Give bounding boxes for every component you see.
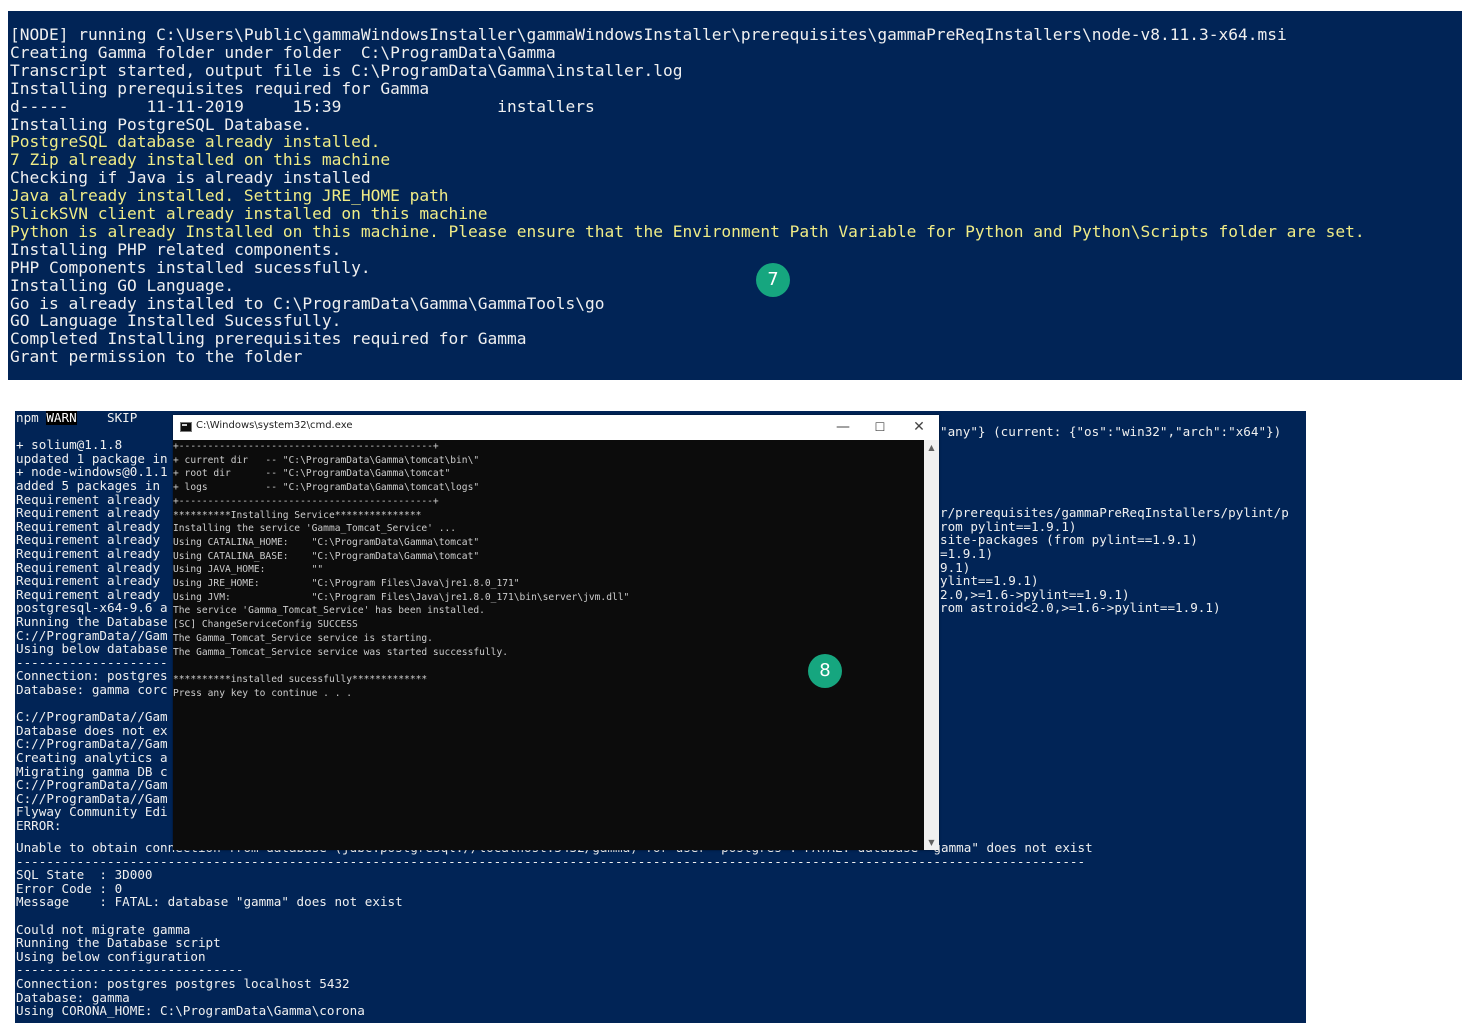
scroll-down-arrow-icon[interactable]: ▼: [924, 835, 939, 850]
console-line: "any"} (current: {"os":"win32","arch":"x…: [940, 423, 1282, 439]
console-line: ERROR:: [16, 818, 62, 833]
cmd-line: The Gamma_Tomcat_Service service was sta…: [173, 646, 509, 658]
console-line: rom astroid<2.0,>=1.6->pylint==1.9.1): [940, 600, 1221, 616]
scroll-up-arrow-icon[interactable]: ▲: [924, 440, 939, 455]
cmd-line: Using JAVA_HOME: "": [173, 564, 324, 576]
console-line: Creating Gamma folder under folder C:\Pr…: [10, 42, 556, 62]
console-line: [NODE] running C:\Users\Public\gammaWind…: [10, 26, 1287, 44]
console-line-text: 7 Zip already installed on this machine: [10, 150, 391, 170]
console-line: PostgreSQL database already installed.: [10, 133, 380, 151]
console-line: Transcript started, output file is C:\Pr…: [10, 60, 683, 80]
console-line: 7 Zip already installed on this machine: [10, 151, 390, 169]
console-line: PHP Components installed sucessfully.: [10, 257, 371, 277]
cmd-line: + root dir -- "C:\ProgramData\Gamma\tomc…: [173, 468, 451, 480]
console-line: Connection: postgres postgres localhost …: [16, 976, 350, 991]
console-line-text: SlickSVN client already installed on thi…: [10, 204, 488, 223]
console-line-text: GO Language Installed Sucessfully.: [10, 311, 342, 331]
console-line: Completed Installing prerequisites requi…: [10, 330, 527, 348]
console-line-text: Python is already Installed on this mach…: [10, 221, 1365, 241]
npm-label: npm: [16, 411, 39, 425]
cmd-line: + logs -- "C:\ProgramData\Gamma\tomcat\l…: [173, 482, 480, 494]
console-line: Installing PostgreSQL Database.: [10, 114, 313, 134]
top-console-window: [NODE] running C:\Users\Public\gammaWind…: [8, 11, 1462, 380]
cmd-line: Press any key to continue . . .: [173, 687, 353, 699]
console-line: added 5 packages in: [16, 478, 161, 493]
console-line-text: Grant permission to the folder: [10, 347, 303, 367]
cmd-line: Installing the service 'Gamma_Tomcat_Ser…: [173, 523, 457, 535]
console-line-text: PHP Components installed sucessfully.: [10, 257, 371, 277]
console-line: Creating analytics a: [16, 750, 168, 765]
close-icon[interactable]: ✕: [904, 418, 934, 436]
cmd-line: **********installed sucessfully*********…: [173, 673, 428, 685]
console-line: GO Language Installed Sucessfully.: [10, 312, 341, 330]
console-line: Go is already installed to C:\ProgramDat…: [10, 293, 605, 313]
cmd-line: [SC] ChangeServiceConfig SUCCESS: [173, 619, 358, 631]
step-badge-8: 8: [808, 654, 842, 688]
cmd-line: Using JVM: "C:\Program Files\Java\jre1.8…: [173, 591, 630, 603]
console-line-text: Transcript started, output file is C:\Pr…: [10, 60, 683, 80]
warn-label: WARN: [46, 411, 77, 425]
console-line-text: Java already installed. Setting JRE_HOME…: [10, 186, 449, 206]
console-line: npm WARN SKIP: [16, 411, 137, 425]
console-line: Installing GO Language.: [10, 275, 235, 295]
cmd-line: Using JRE_HOME: "C:\Program Files\Java\j…: [173, 578, 520, 589]
console-line-text: Completed Installing prerequisites requi…: [10, 329, 527, 349]
console-line-text: SKIP: [76, 411, 138, 425]
cmd-window[interactable]: C:\Windows\system32\cmd.exe — ☐ ✕ +-----…: [173, 415, 939, 850]
console-line: Requirement already: [16, 546, 161, 561]
cmd-line: The Gamma_Tomcat_Service service is star…: [173, 632, 433, 644]
console-line-text: PostgreSQL database already installed.: [10, 132, 381, 152]
console-line: ----------------------------------------…: [16, 853, 1086, 869]
cmd-app-icon: [180, 422, 192, 432]
cmd-line: Using CATALINA_HOME: "C:\ProgramData\Gam…: [173, 536, 480, 548]
cmd-line: **********Installing Service************…: [173, 509, 422, 521]
console-line-text: Installing PostgreSQL Database.: [10, 114, 313, 134]
cmd-line: Using CATALINA_BASE: "C:\ProgramData\Gam…: [173, 550, 480, 562]
cmd-scrollbar[interactable]: ▲ ▼: [924, 440, 939, 850]
console-line: Database: gamma corc: [16, 682, 168, 697]
cmd-line: +---------------------------------------…: [173, 441, 439, 452]
console-line: Using CORONA_HOME: C:\ProgramData\Gamma\…: [16, 1003, 365, 1019]
console-line: d----- 11-11-2019 15:39 installers: [10, 96, 595, 116]
cmd-line: The service 'Gamma_Tomcat_Service' has b…: [173, 605, 485, 617]
console-line-text: [NODE] running C:\Users\Public\gammaWind…: [10, 25, 1287, 44]
console-line: Python is already Installed on this mach…: [10, 221, 1365, 241]
console-line-text: Go is already installed to C:\ProgramDat…: [10, 293, 605, 313]
maximize-icon[interactable]: ☐: [865, 418, 895, 436]
cmd-title-bar[interactable]: C:\Windows\system32\cmd.exe — ☐ ✕: [173, 415, 939, 440]
console-line: Message : FATAL: database "gamma" does n…: [16, 894, 403, 910]
console-line-text: Installing GO Language.: [10, 275, 235, 295]
console-line: =1.9.1): [940, 546, 994, 561]
console-line-text: Installing PHP related components.: [10, 239, 342, 259]
cmd-window-title: C:\Windows\system32\cmd.exe: [196, 420, 353, 431]
cmd-line: +---------------------------------------…: [173, 495, 439, 507]
cmd-output: +---------------------------------------…: [173, 440, 924, 850]
console-line: Grant permission to the folder: [10, 348, 302, 366]
console-line: Running the Database: [16, 614, 168, 629]
step-badge-7: 7: [756, 263, 790, 297]
console-line-text: Creating Gamma folder under folder C:\Pr…: [10, 42, 556, 62]
console-line-text: Checking if Java is already installed: [10, 168, 371, 188]
console-line: SlickSVN client already installed on thi…: [10, 205, 488, 223]
console-line-text: d----- 11-11-2019 15:39 installers: [10, 96, 595, 116]
console-line-text: Installing prerequisites required for Ga…: [10, 78, 430, 98]
cmd-line: + current dir -- "C:\ProgramData\Gamma\t…: [173, 454, 480, 466]
console-line: Installing PHP related components.: [10, 239, 342, 259]
console-line: Checking if Java is already installed: [10, 169, 371, 187]
minimize-icon[interactable]: —: [828, 418, 858, 436]
console-line: Java already installed. Setting JRE_HOME…: [10, 187, 449, 205]
console-line: Installing prerequisites required for Ga…: [10, 78, 430, 98]
